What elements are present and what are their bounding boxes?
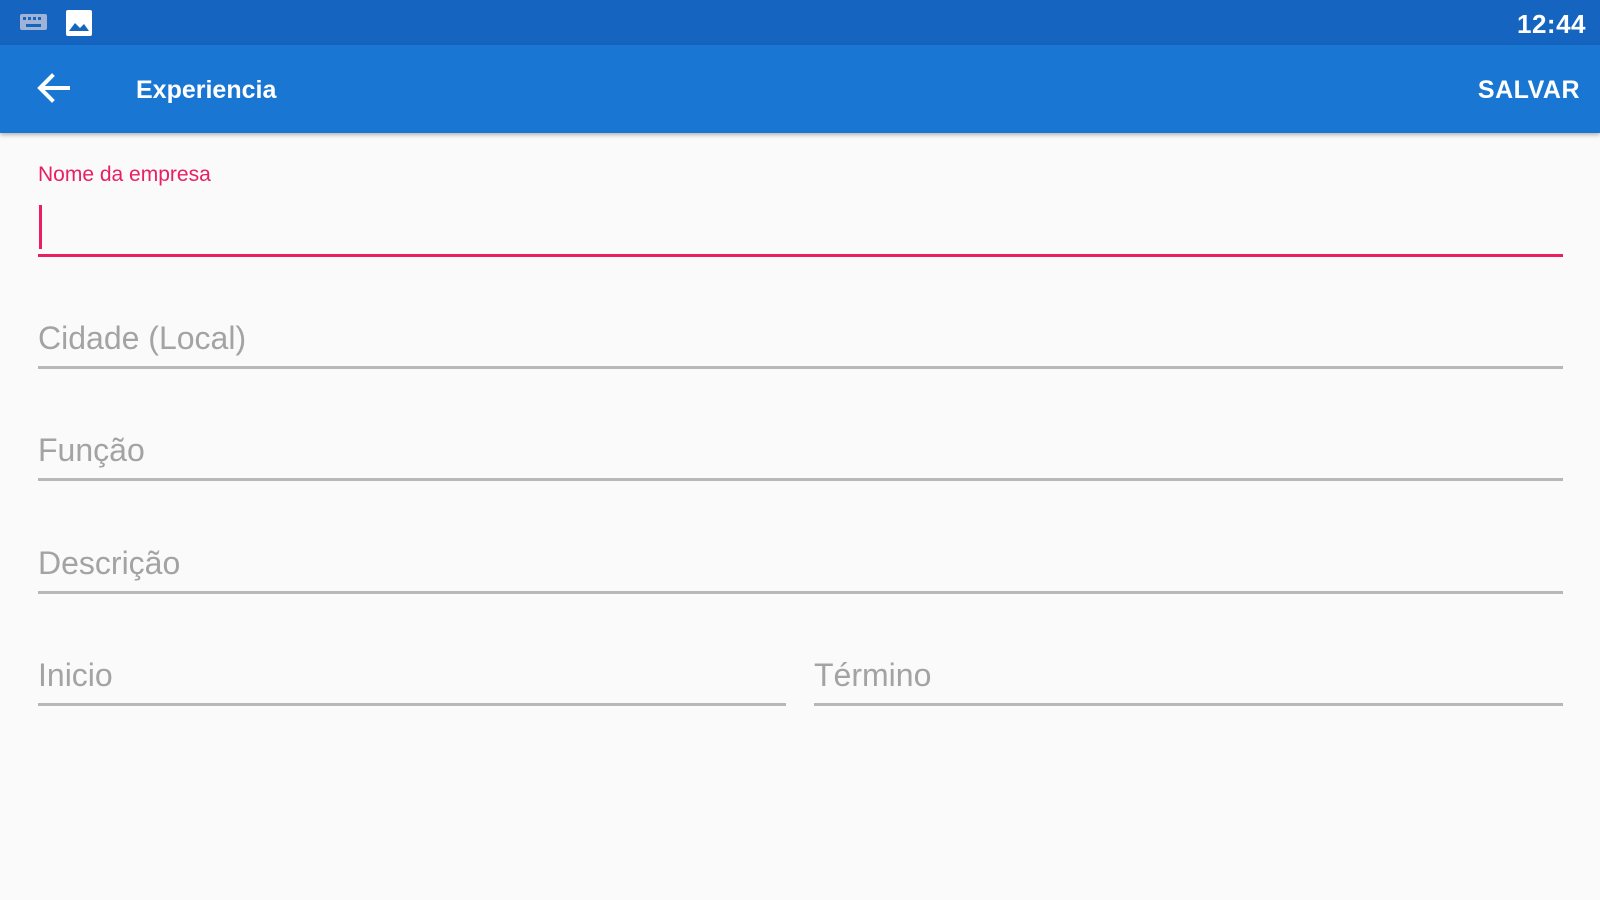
company-name-field[interactable]: Nome da empresa: [38, 163, 1563, 257]
start-date-placeholder: Inicio: [38, 657, 113, 693]
image-icon: [66, 10, 92, 36]
start-date-underline: [38, 703, 786, 706]
keyboard-icon: [20, 14, 47, 30]
role-placeholder: Função: [38, 432, 145, 468]
text-cursor: [39, 205, 42, 249]
end-date-underline: [814, 703, 1563, 706]
status-time: 12:44: [1517, 9, 1586, 39]
company-name-underline: [38, 254, 1563, 257]
description-placeholder: Descrição: [38, 545, 181, 581]
end-date-field[interactable]: Término: [814, 642, 1563, 706]
role-field[interactable]: Função: [38, 417, 1563, 481]
status-bar: 12:44: [0, 0, 1600, 45]
start-date-field[interactable]: Inicio: [38, 642, 786, 706]
save-button[interactable]: SALVAR: [1478, 76, 1580, 105]
role-underline: [38, 478, 1563, 481]
city-placeholder: Cidade (Local): [38, 320, 247, 356]
back-button[interactable]: [22, 61, 84, 119]
arrow-back-icon: [36, 72, 70, 108]
description-field[interactable]: Descrição: [38, 530, 1563, 594]
city-underline: [38, 366, 1563, 369]
description-underline: [38, 591, 1563, 594]
end-date-placeholder: Término: [814, 657, 932, 693]
page-title: Experiencia: [136, 76, 277, 104]
company-name-label: Nome da empresa: [38, 163, 211, 186]
city-field[interactable]: Cidade (Local): [38, 305, 1563, 369]
app-bar: Experiencia SALVAR: [0, 45, 1600, 133]
